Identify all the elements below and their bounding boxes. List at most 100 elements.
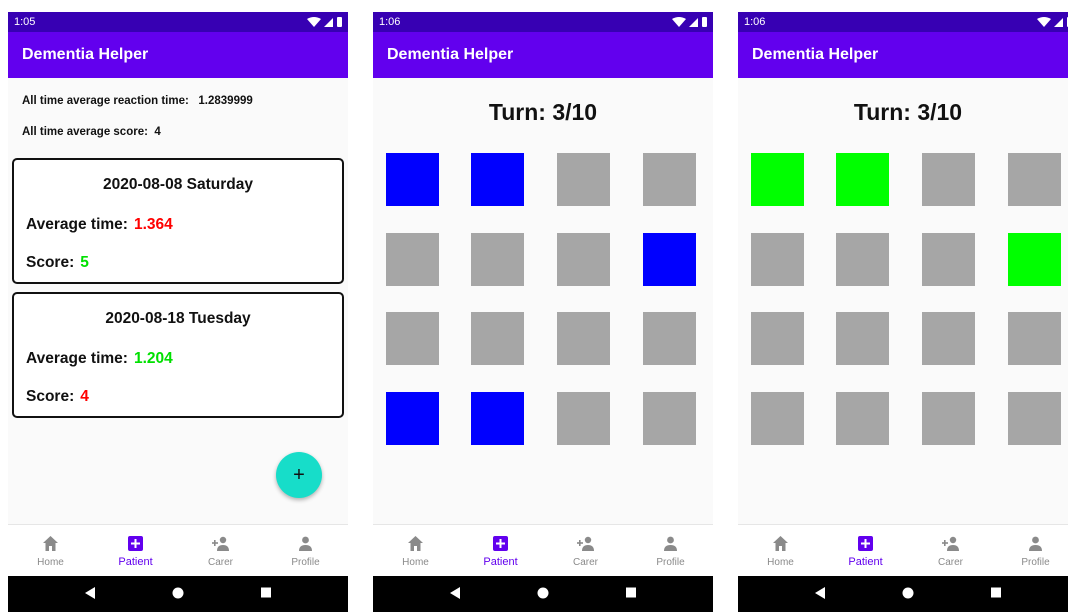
nav-item-label: Home (767, 557, 794, 568)
recents-icon[interactable] (260, 586, 272, 600)
nav-item-profile[interactable]: Profile (263, 525, 348, 577)
system-navigation-bar (738, 576, 1068, 612)
grid-tile[interactable] (836, 153, 889, 206)
grid-tile[interactable] (751, 392, 804, 445)
add-person-icon (212, 536, 229, 551)
avg-score-line: All time average score: 4 (22, 126, 161, 138)
grid-tile[interactable] (471, 312, 524, 365)
back-icon[interactable] (84, 586, 96, 600)
grid-tile[interactable] (836, 392, 889, 445)
turn-counter: Turn: 3/10 (853, 99, 963, 125)
nav-item-label: Carer (572, 557, 598, 568)
back-icon[interactable] (814, 586, 826, 600)
average-time-value: 1.364 (133, 216, 173, 233)
grid-tile[interactable] (386, 233, 439, 286)
nav-item-profile[interactable]: Profile (993, 525, 1068, 577)
grid-tile[interactable] (643, 312, 696, 365)
grid-tile[interactable] (836, 312, 889, 365)
grid-tile[interactable] (386, 392, 439, 445)
status-bar: 1:06 (738, 12, 1068, 32)
home-icon (773, 536, 788, 551)
status-time: 1:05 (14, 16, 36, 28)
nav-item-carer[interactable]: Carer (543, 525, 628, 577)
grid-tile[interactable] (751, 153, 804, 206)
score-value: 5 (80, 254, 89, 271)
avg-reaction-time-line: All time average reaction time: 1.283999… (22, 95, 253, 107)
grid-tile[interactable] (922, 392, 975, 445)
nav-item-home[interactable]: Home (8, 525, 93, 577)
back-icon[interactable] (449, 586, 461, 600)
person-icon (299, 536, 312, 551)
grid-tile[interactable] (922, 233, 975, 286)
grid-tile[interactable] (751, 233, 804, 286)
status-time: 1:06 (379, 16, 401, 28)
score-label: Score: (26, 254, 75, 271)
grid-tile[interactable] (557, 153, 610, 206)
average-time-label: Average time: (26, 350, 128, 367)
nav-item-home[interactable]: Home (738, 525, 823, 577)
grid-tile[interactable] (1008, 233, 1061, 286)
nav-item-patient[interactable]: Patient (823, 525, 908, 577)
avg-reaction-time-value: 1.2839999 (198, 95, 253, 107)
home-icon (408, 536, 423, 551)
nav-item-patient[interactable]: Patient (458, 525, 543, 577)
grid-tile[interactable] (922, 312, 975, 365)
nav-item-patient[interactable]: Patient (93, 525, 178, 577)
nav-item-carer[interactable]: Carer (178, 525, 263, 577)
app-title: Dementia Helper (752, 46, 879, 63)
grid-tile[interactable] (386, 312, 439, 365)
status-bar: 1:05 (8, 12, 348, 32)
session-card[interactable]: 2020-08-08 Saturday Average time: 1.364 S… (12, 158, 344, 284)
nav-item-label: Home (402, 557, 429, 568)
session-average-time: Average time: 1.204 (26, 350, 173, 368)
recents-icon[interactable] (625, 586, 637, 600)
grid-tile[interactable] (557, 312, 610, 365)
grid-tile[interactable] (643, 392, 696, 445)
session-card[interactable]: 2020-08-18 Tuesday Average time: 1.204 Sc… (12, 292, 344, 418)
home-icon (43, 536, 58, 551)
add-button[interactable]: + (276, 452, 322, 498)
nav-item-carer[interactable]: Carer (908, 525, 993, 577)
app-title: Dementia Helper (22, 46, 149, 63)
nav-item-home[interactable]: Home (373, 525, 458, 577)
bottom-navigation: Home Patient Carer Profile (8, 524, 348, 576)
grid-tile[interactable] (557, 392, 610, 445)
average-time-value: 1.204 (133, 350, 173, 367)
grid-tile[interactable] (471, 233, 524, 286)
plus-icon: + (293, 464, 305, 486)
screenshot-triptych: 1:05 Dementia Helper All time average re… (0, 0, 1068, 612)
grid-tile[interactable] (836, 233, 889, 286)
home-circle-icon[interactable] (537, 586, 549, 600)
person-icon (664, 536, 677, 551)
app-bar: Dementia Helper (373, 32, 713, 78)
grid-tile[interactable] (471, 392, 524, 445)
recents-icon[interactable] (990, 586, 1002, 600)
bottom-navigation: Home Patient Carer Profile (738, 524, 1068, 576)
grid-tile[interactable] (643, 153, 696, 206)
add-person-icon (577, 536, 594, 551)
system-status-icons (672, 17, 707, 27)
patient-plus-icon (858, 536, 873, 551)
grid-tile[interactable] (643, 233, 696, 286)
grid-tile[interactable] (751, 312, 804, 365)
nav-item-label: Profile (1021, 557, 1050, 568)
patient-plus-icon (128, 536, 143, 551)
turn-counter: Turn: 3/10 (488, 99, 598, 125)
score-label: Score: (26, 388, 75, 405)
session-score: Score: 4 (26, 388, 89, 406)
nav-item-profile[interactable]: Profile (628, 525, 713, 577)
grid-tile[interactable] (386, 153, 439, 206)
session-date: 2020-08-08 Saturday (103, 176, 253, 193)
person-icon (1029, 536, 1042, 551)
grid-tile[interactable] (1008, 153, 1061, 206)
grid-tile[interactable] (471, 153, 524, 206)
patient-plus-icon (493, 536, 508, 551)
grid-tile[interactable] (1008, 392, 1061, 445)
grid-tile[interactable] (1008, 312, 1061, 365)
home-circle-icon[interactable] (902, 586, 914, 600)
home-circle-icon[interactable] (172, 586, 184, 600)
grid-tile[interactable] (922, 153, 975, 206)
grid-tile[interactable] (557, 233, 610, 286)
nav-item-label: Profile (291, 557, 320, 568)
phone-stats-screen: 1:05 Dementia Helper All time average re… (8, 12, 348, 612)
